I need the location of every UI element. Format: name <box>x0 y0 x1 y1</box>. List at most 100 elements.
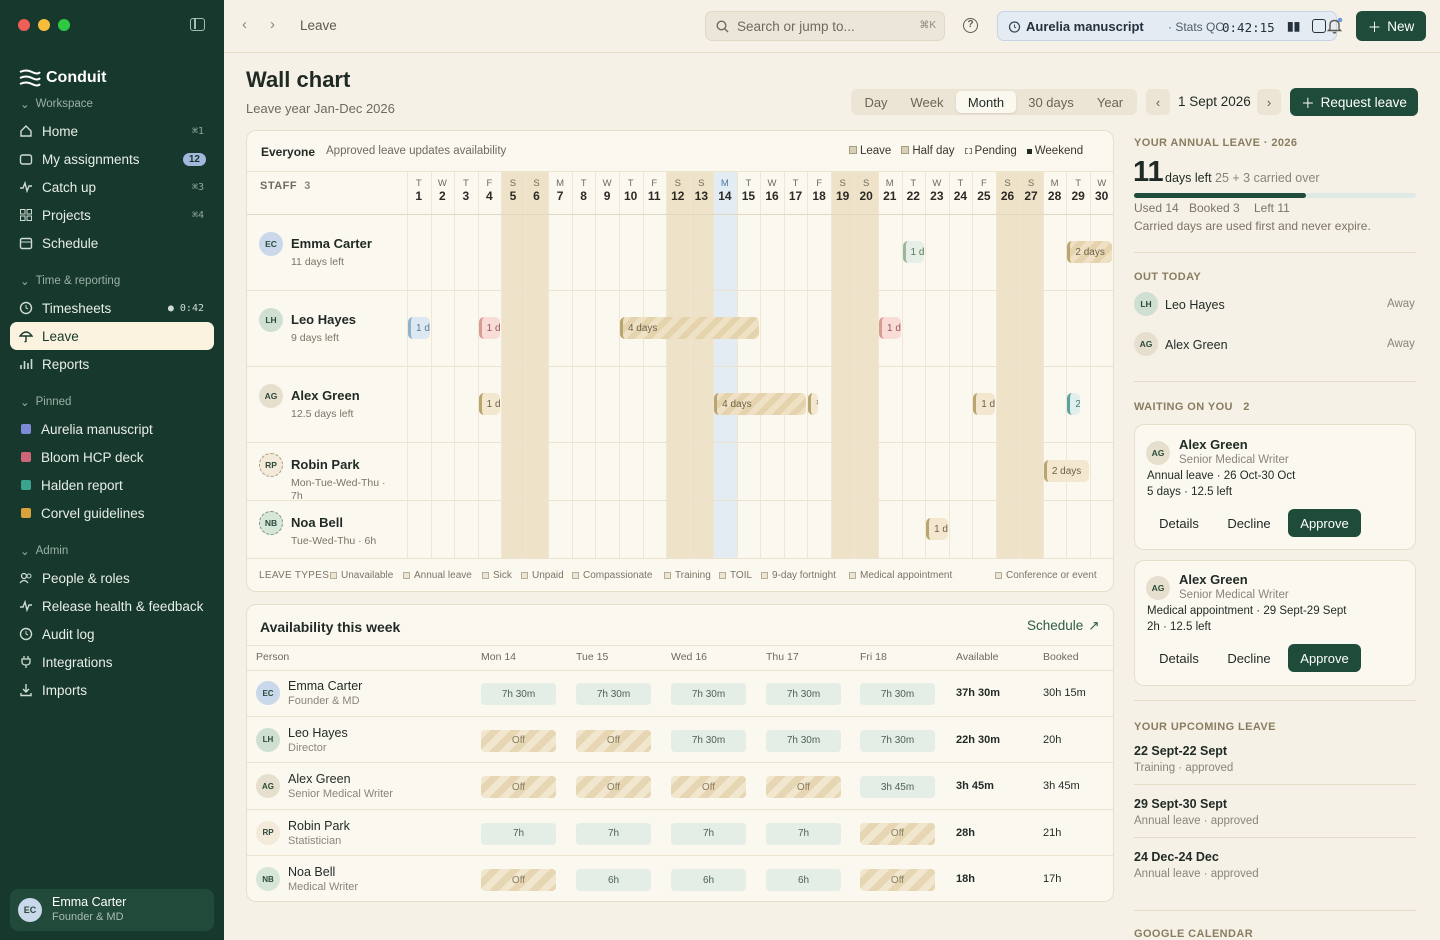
leave-bar[interactable]: 2 days <box>1067 241 1113 263</box>
maximize-window-button[interactable] <box>58 19 70 31</box>
workspace-section-toggle[interactable]: ⌄ Workspace <box>20 97 93 111</box>
decline-button[interactable]: Decline <box>1216 509 1282 537</box>
availability-cell[interactable]: Off <box>860 822 935 845</box>
app-logo[interactable]: Conduit <box>18 68 106 88</box>
leave-bar[interactable]: 1 days <box>902 241 925 263</box>
forward-arrow-icon[interactable]: › <box>270 16 275 33</box>
schedule-link[interactable]: Schedule ↗ <box>1027 618 1100 634</box>
availability-cell[interactable]: 6h <box>766 869 841 891</box>
availability-cell[interactable]: Off <box>860 869 935 891</box>
availability-cell[interactable]: 7h <box>576 822 651 845</box>
view-tab-day[interactable]: Day <box>854 91 898 113</box>
availability-cell[interactable]: Off <box>576 776 651 798</box>
availability-cell[interactable]: 7h 30m <box>766 729 841 752</box>
sidebar-item-integrations[interactable]: Integrations <box>10 648 214 676</box>
sidebar-item-catch-up[interactable]: Catch up ⌘3 <box>10 173 214 201</box>
availability-cell[interactable]: 7h 30m <box>766 683 841 705</box>
view-tab-week[interactable]: Week <box>902 91 952 113</box>
leave-bar[interactable]: 1 days <box>408 317 430 339</box>
view-tab-month[interactable]: Month <box>956 91 1016 113</box>
sidebar-item-timesheets[interactable]: Timesheets ● 0:42 <box>10 294 214 322</box>
time-reporting-section-toggle[interactable]: ⌄ Time & reporting <box>20 274 120 288</box>
current-user-card[interactable]: EC Emma Carter Founder & MD <box>10 889 214 931</box>
pulse-icon <box>18 598 34 614</box>
weekday-letter: F <box>816 178 822 189</box>
leave-bar[interactable]: 1 days <box>478 393 501 415</box>
availability-cell[interactable]: 7h 30m <box>671 729 746 752</box>
sidebar-toggle-icon[interactable] <box>190 18 205 31</box>
sidebar-item-projects[interactable]: Projects ⌘4 <box>10 201 214 229</box>
new-button[interactable]: ＋ New <box>1356 11 1426 41</box>
availability-cell[interactable]: Off <box>671 776 746 798</box>
leave-bar[interactable]: 2 days <box>1043 460 1089 482</box>
leave-bar[interactable]: 1 days <box>973 393 995 415</box>
sidebar-item-people-roles[interactable]: People & roles <box>10 564 214 592</box>
sidebar-item-imports[interactable]: Imports <box>10 676 214 704</box>
sidebar-item-home[interactable]: Home ⌘1 <box>10 117 214 145</box>
leave-bar[interactable]: 1 da <box>478 317 501 339</box>
day-number: 29 <box>1071 189 1085 203</box>
day-header: M 14 <box>713 177 737 203</box>
approve-button[interactable]: Approve <box>1288 509 1361 537</box>
pause-icon[interactable]: ▮▮ <box>1287 19 1300 33</box>
leave-bar[interactable]: 4 days <box>714 393 807 415</box>
sidebar-item-audit-log[interactable]: Audit log <box>10 620 214 648</box>
availability-cell[interactable]: 6h <box>576 869 651 891</box>
leave-bar[interactable]: ½ <box>808 393 819 415</box>
availability-cell[interactable]: 3h 45m <box>860 776 935 798</box>
details-button[interactable]: Details <box>1147 644 1211 672</box>
approve-button[interactable]: Approve <box>1288 644 1361 672</box>
running-timer-widget[interactable]: Aurelia manuscript · Stats QC 0:42:15 ▮▮ <box>997 11 1337 41</box>
sidebar-item-my-assignments[interactable]: My assignments 12 <box>10 145 214 173</box>
availability-cell[interactable]: 7h <box>671 822 746 845</box>
availability-cell[interactable]: Off <box>481 869 556 891</box>
availability-cell[interactable]: 7h <box>481 822 556 845</box>
pinned-item-aurelia[interactable]: Aurelia manuscript <box>10 415 214 443</box>
back-arrow-icon[interactable]: ‹ <box>242 16 247 33</box>
availability-cell[interactable]: 7h 30m <box>576 683 651 705</box>
divider <box>247 645 1113 646</box>
details-button[interactable]: Details <box>1147 509 1211 537</box>
sidebar-item-reports[interactable]: Reports <box>10 350 214 378</box>
pinned-section-toggle[interactable]: ⌄ Pinned <box>20 395 71 409</box>
availability-cell[interactable]: 7h 30m <box>671 683 746 705</box>
decline-button[interactable]: Decline <box>1216 644 1282 672</box>
pinned-item-halden[interactable]: Halden report <box>10 471 214 499</box>
leave-bar[interactable]: 2h <box>1067 393 1080 415</box>
availability-cell[interactable]: Off <box>481 776 556 798</box>
availability-cell[interactable]: 7h 30m <box>860 683 935 705</box>
weekday-letter: T <box>957 178 964 189</box>
close-window-button[interactable] <box>18 19 30 31</box>
pinned-item-bloom[interactable]: Bloom HCP deck <box>10 443 214 471</box>
bell-icon[interactable] <box>1326 17 1344 35</box>
availability-cell[interactable]: 7h 30m <box>860 729 935 752</box>
availability-cell[interactable]: Off <box>481 729 556 752</box>
person-name: Alex Green <box>288 772 351 786</box>
sidebar-item-leave[interactable]: Leave <box>10 322 214 350</box>
staff-label: STAFF <box>260 180 298 192</box>
minimize-window-button[interactable] <box>38 19 50 31</box>
view-tab-year[interactable]: Year <box>1086 91 1134 113</box>
sidebar-item-release-health[interactable]: Release health & feedback <box>10 592 214 620</box>
leave-bar[interactable]: 1 days <box>926 518 948 540</box>
admin-section-toggle[interactable]: ⌄ Admin <box>20 544 68 558</box>
next-month-button[interactable]: › <box>1257 89 1281 115</box>
availability-cell[interactable]: 6h <box>671 869 746 891</box>
availability-cell[interactable]: Off <box>766 776 841 798</box>
help-icon[interactable]: ? <box>963 18 978 33</box>
prev-month-button[interactable]: ‹ <box>1146 89 1170 115</box>
leave-bar[interactable]: 4 days <box>619 317 760 339</box>
pinned-item-corvel[interactable]: Corvel guidelines <box>10 499 214 527</box>
leave-bar[interactable]: 1 days <box>879 317 901 339</box>
sidebar-item-schedule[interactable]: Schedule <box>10 229 214 257</box>
chevron-down-icon: ⌄ <box>20 99 30 111</box>
availability-cell[interactable]: 7h 30m <box>481 683 556 705</box>
availability-cell[interactable]: Off <box>576 729 651 752</box>
weekday-letter: M <box>1050 178 1059 189</box>
availability-cell[interactable]: 7h <box>766 822 841 845</box>
view-tab-30-days[interactable]: 30 days <box>1020 91 1082 113</box>
staff-filter[interactable]: Everyone <box>261 145 315 159</box>
search-input[interactable]: Search or jump to... ⌘K <box>705 11 945 41</box>
request-leave-button[interactable]: ＋ Request leave <box>1290 88 1418 116</box>
stop-icon[interactable] <box>1312 19 1326 33</box>
